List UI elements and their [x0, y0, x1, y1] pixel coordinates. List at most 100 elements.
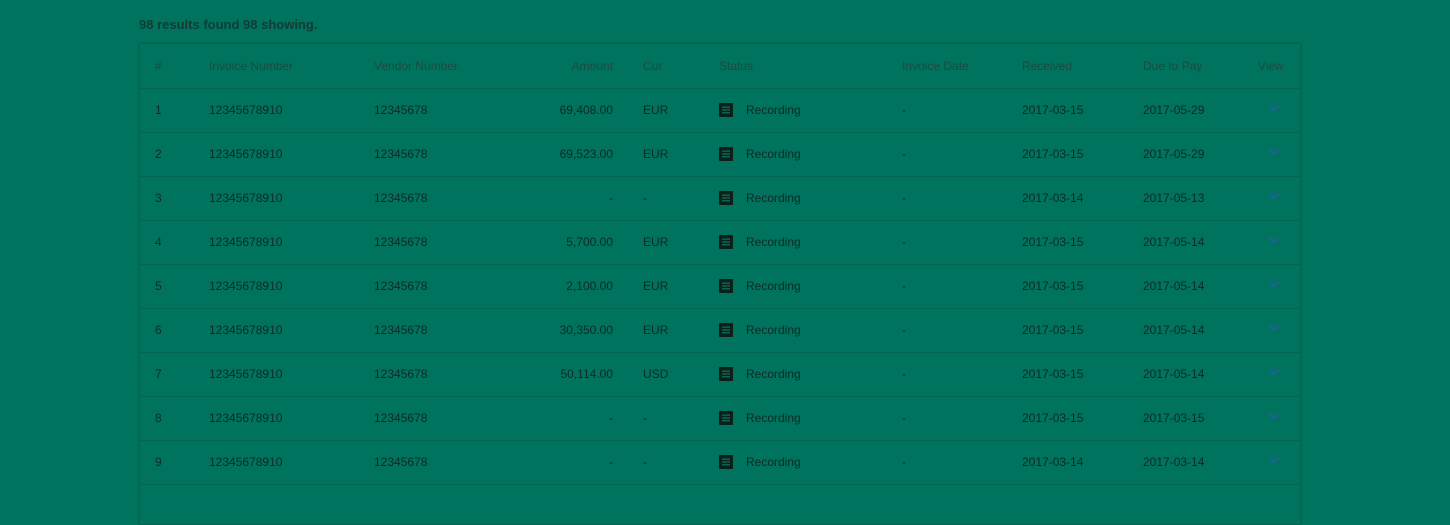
currency: EUR: [643, 235, 669, 249]
row-number: 9: [155, 455, 162, 469]
row-number: 5: [155, 279, 162, 293]
received-date: 2017-03-15: [1022, 103, 1084, 117]
chevron-down-icon[interactable]: [1267, 409, 1281, 423]
due-to-pay-date: 2017-05-14: [1143, 279, 1205, 293]
due-to-pay-date: 2017-05-13: [1143, 191, 1205, 205]
amount: -: [609, 411, 613, 425]
chevron-down-icon[interactable]: [1267, 145, 1281, 159]
table-row[interactable]: 3 12345678910 12345678 - - Recording - 2017-03-…: [140, 176, 1300, 221]
status-label: Recording: [746, 191, 801, 205]
column-header-invoice-number[interactable]: Invoice Number: [209, 44, 293, 88]
invoice-table: # Invoice Number Vendor Number Amount Cu…: [139, 43, 1301, 525]
document-icon: [719, 103, 733, 117]
currency: EUR: [643, 147, 669, 161]
status-label: Recording: [746, 103, 801, 117]
chevron-down-icon[interactable]: [1267, 365, 1281, 379]
currency: EUR: [643, 279, 669, 293]
status-cell: Recording: [719, 308, 801, 352]
due-to-pay-date: 2017-03-14: [1143, 455, 1205, 469]
column-header-invoice-date[interactable]: Invoice Date: [902, 44, 969, 88]
table-row[interactable]: 6 12345678910 12345678 30,350.00 EUR Recordin…: [140, 308, 1300, 353]
column-header-received[interactable]: Received: [1022, 44, 1072, 88]
column-header-number[interactable]: #: [155, 44, 162, 88]
column-header-amount[interactable]: Amount: [520, 44, 613, 88]
due-to-pay-date: 2017-05-29: [1143, 103, 1205, 117]
row-number: 6: [155, 323, 162, 337]
invoice-date: -: [902, 235, 906, 249]
status-label: Recording: [746, 279, 801, 293]
status-label: Recording: [746, 411, 801, 425]
amount: 30,350.00: [559, 323, 613, 337]
invoice-date: -: [902, 411, 906, 425]
status-cell: Recording: [719, 352, 801, 396]
status-cell: Recording: [719, 220, 801, 264]
row-number: 8: [155, 411, 162, 425]
received-date: 2017-03-15: [1022, 367, 1084, 381]
amount: -: [609, 191, 613, 205]
invoice-number: 12345678910: [209, 279, 283, 293]
chevron-down-icon[interactable]: [1267, 233, 1281, 247]
vendor-number: 12345678: [374, 323, 428, 337]
table-row[interactable]: 1 12345678910 12345678 69,408.00 EUR Recordin…: [140, 88, 1300, 133]
vendor-number: 12345678: [374, 191, 428, 205]
table-row[interactable]: 2 12345678910 12345678 69,523.00 EUR Recordin…: [140, 132, 1300, 177]
status-cell: Recording: [719, 88, 801, 132]
invoice-date: -: [902, 103, 906, 117]
received-date: 2017-03-15: [1022, 235, 1084, 249]
table-row[interactable]: 9 12345678910 12345678 - - Recording - 2017-03-…: [140, 440, 1300, 485]
received-date: 2017-03-15: [1022, 279, 1084, 293]
due-to-pay-date: 2017-05-14: [1143, 235, 1205, 249]
chevron-down-icon[interactable]: [1267, 453, 1281, 467]
table-row[interactable]: 7 12345678910 12345678 50,114.00 USD Recordin…: [140, 352, 1300, 397]
invoice-number: 12345678910: [209, 147, 283, 161]
received-date: 2017-03-14: [1022, 455, 1084, 469]
amount: 5,700.00: [566, 235, 613, 249]
status-cell: Recording: [719, 132, 801, 176]
chevron-down-icon[interactable]: [1267, 321, 1281, 335]
vendor-number: 12345678: [374, 411, 428, 425]
row-number: 4: [155, 235, 162, 249]
currency: EUR: [643, 323, 669, 337]
document-icon: [719, 411, 733, 425]
table-row[interactable]: 4 12345678910 12345678 5,700.00 EUR Recording…: [140, 220, 1300, 265]
received-date: 2017-03-15: [1022, 323, 1084, 337]
table-row[interactable]: 5 12345678910 12345678 2,100.00 EUR Recording…: [140, 264, 1300, 309]
invoice-date: -: [902, 147, 906, 161]
status-cell: Recording: [719, 176, 801, 220]
document-icon: [719, 147, 733, 161]
received-date: 2017-03-15: [1022, 147, 1084, 161]
currency: EUR: [643, 103, 669, 117]
due-to-pay-date: 2017-05-29: [1143, 147, 1205, 161]
currency: -: [643, 411, 647, 425]
status-label: Recording: [746, 367, 801, 381]
amount: 2,100.00: [566, 279, 613, 293]
due-to-pay-date: 2017-05-14: [1143, 367, 1205, 381]
vendor-number: 12345678: [374, 455, 428, 469]
invoice-number: 12345678910: [209, 191, 283, 205]
column-header-status[interactable]: Status: [719, 44, 753, 88]
column-header-currency[interactable]: Cur: [643, 44, 662, 88]
status-label: Recording: [746, 323, 801, 337]
invoice-date: -: [902, 191, 906, 205]
document-icon: [719, 323, 733, 337]
status-cell: Recording: [719, 396, 801, 440]
amount: -: [609, 455, 613, 469]
column-header-view: View: [1258, 59, 1284, 73]
amount: 69,523.00: [559, 147, 613, 161]
status-cell: Recording: [719, 440, 801, 484]
chevron-down-icon[interactable]: [1267, 277, 1281, 291]
table-row[interactable]: 8 12345678910 12345678 - - Recording - 2017-03-…: [140, 396, 1300, 441]
status-label: Recording: [746, 147, 801, 161]
currency: -: [643, 191, 647, 205]
invoice-number: 12345678910: [209, 103, 283, 117]
row-number: 2: [155, 147, 162, 161]
invoice-date: -: [902, 279, 906, 293]
invoice-date: -: [902, 367, 906, 381]
vendor-number: 12345678: [374, 103, 428, 117]
column-header-vendor-number[interactable]: Vendor Number: [374, 44, 458, 88]
chevron-down-icon[interactable]: [1267, 101, 1281, 115]
chevron-down-icon[interactable]: [1267, 189, 1281, 203]
vendor-number: 12345678: [374, 235, 428, 249]
column-header-due-to-pay[interactable]: Due to Pay: [1143, 44, 1202, 88]
currency: -: [643, 455, 647, 469]
